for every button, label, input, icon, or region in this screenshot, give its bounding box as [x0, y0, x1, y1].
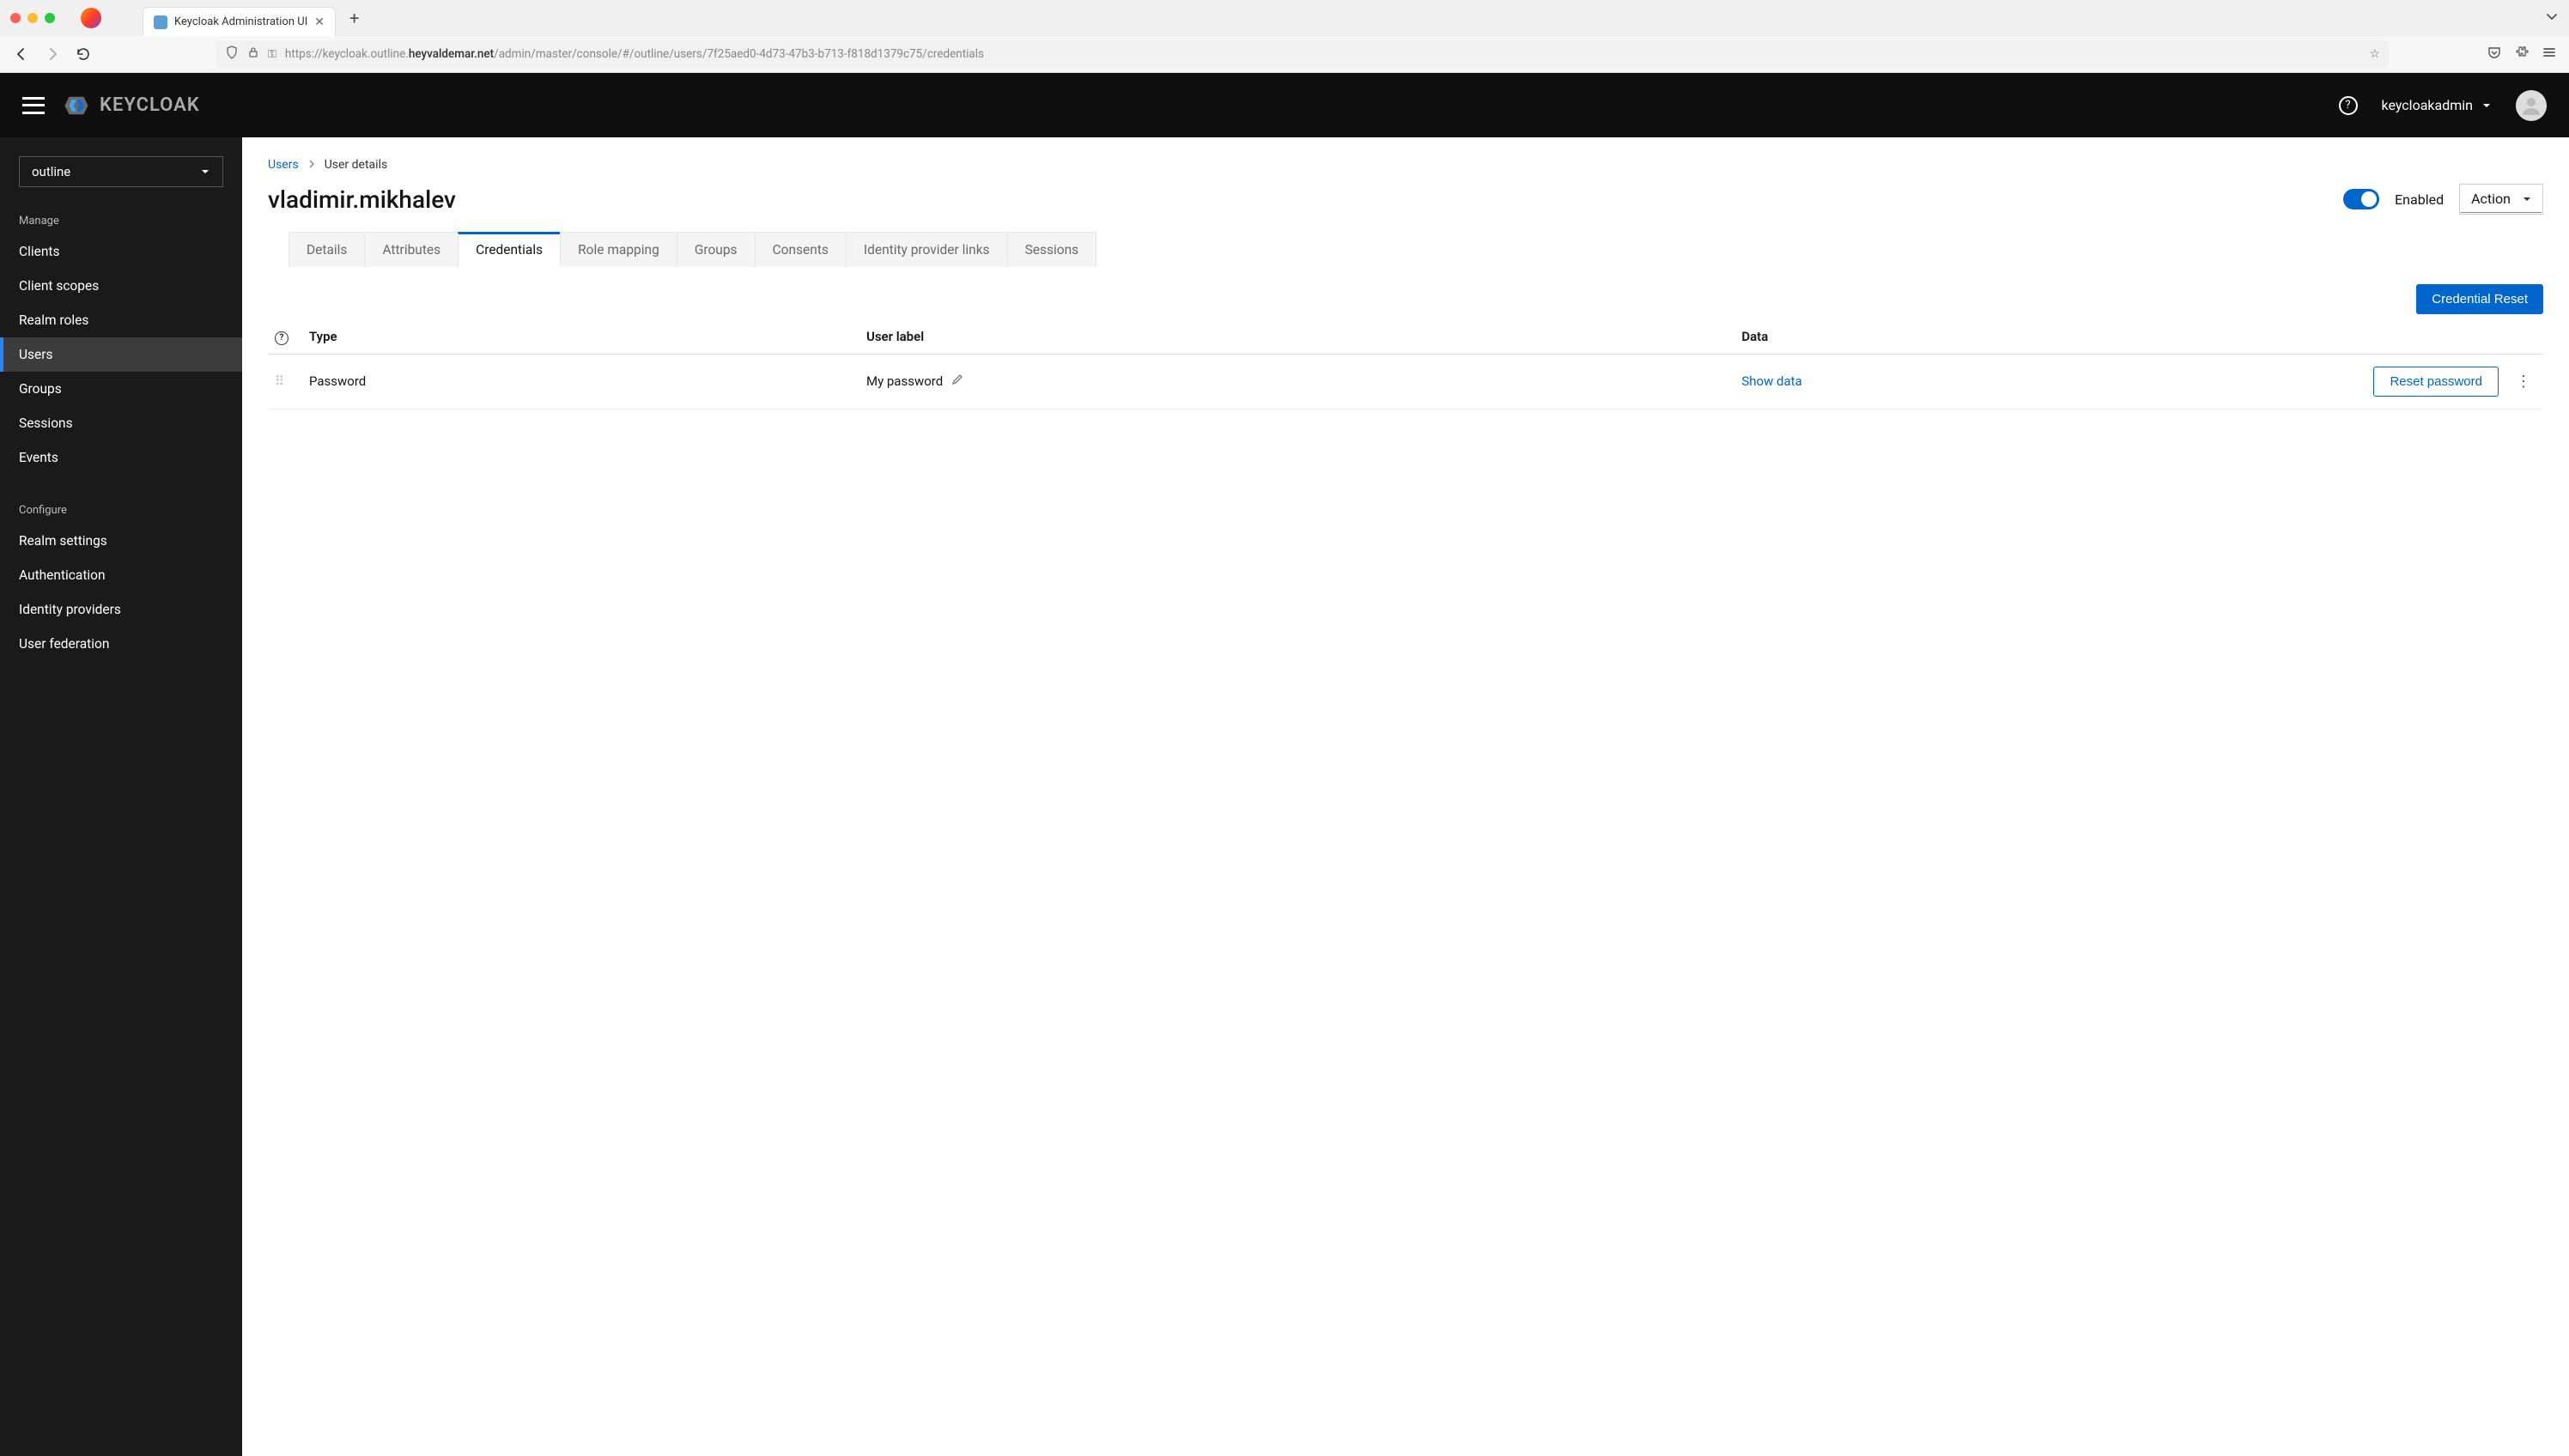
help-icon[interactable]: ?: [275, 331, 288, 345]
sidebar-item-client-scopes[interactable]: Client scopes: [0, 269, 242, 303]
tabs: DetailsAttributesCredentialsRole mapping…: [288, 232, 2543, 267]
action-label: Action: [2471, 191, 2511, 207]
new-tab-button[interactable]: +: [349, 8, 359, 28]
enabled-toggle[interactable]: [2343, 189, 2379, 209]
sidebar-item-realm-settings[interactable]: Realm settings: [0, 524, 242, 558]
sidebar-item-sessions[interactable]: Sessions: [0, 406, 242, 440]
caret-down-icon: [2481, 100, 2492, 111]
section-configure-label: Configure: [0, 492, 242, 524]
tab-role-mapping[interactable]: Role mapping: [560, 232, 677, 267]
main-content: Users User details vladimir.mikhalev Ena…: [242, 137, 2569, 1456]
section-manage-label: Manage: [0, 203, 242, 234]
breadcrumb: Users User details: [268, 158, 2543, 172]
help-icon[interactable]: ?: [2339, 96, 2358, 115]
caret-down-icon: [2523, 195, 2531, 203]
keycloak-mark-icon: [62, 91, 91, 120]
sidebar-item-users[interactable]: Users: [0, 337, 242, 372]
realm-selector[interactable]: outline: [19, 156, 223, 187]
url-text: https://keycloak.outline.heyvaldemar.net…: [285, 47, 984, 61]
address-row: ⚿ https://keycloak.outline.heyvaldemar.n…: [0, 36, 2569, 72]
drag-handle-icon[interactable]: ⠿: [268, 354, 302, 409]
realm-name: outline: [32, 164, 70, 179]
edit-label-icon[interactable]: [951, 373, 963, 389]
tab-sessions[interactable]: Sessions: [1007, 232, 1097, 267]
window-close-icon[interactable]: [10, 13, 21, 23]
pocket-icon[interactable]: [2487, 45, 2502, 64]
enabled-label: Enabled: [2395, 191, 2444, 208]
tab-consents[interactable]: Consents: [755, 232, 847, 267]
action-dropdown[interactable]: Action: [2461, 185, 2542, 213]
tab-strip: Keycloak Administration UI ✕ +: [0, 0, 2569, 36]
sidebar-item-clients[interactable]: Clients: [0, 234, 242, 269]
tab-close-icon[interactable]: ✕: [314, 15, 325, 29]
browser-tab[interactable]: Keycloak Administration UI ✕: [143, 7, 336, 36]
tab-title: Keycloak Administration UI: [174, 15, 307, 28]
row-kebab-icon[interactable]: ⋮: [2511, 373, 2536, 391]
url-suffix: /admin/master/console/#/outline/users/7f…: [494, 47, 984, 61]
sidebar-item-events[interactable]: Events: [0, 440, 242, 475]
chevron-right-icon: [307, 158, 316, 172]
sidebar-item-user-federation[interactable]: User federation: [0, 627, 242, 661]
forward-button[interactable]: [43, 45, 62, 64]
user-icon: [2520, 94, 2542, 117]
caret-down-icon: [200, 167, 210, 177]
browser-chrome: Keycloak Administration UI ✕ + ⚿ https:: [0, 0, 2569, 73]
user-menu[interactable]: keycloakadmin: [2382, 97, 2493, 113]
table-row: ⠿PasswordMy password Show data Reset passw…: [268, 354, 2543, 409]
extensions-icon[interactable]: [2514, 45, 2530, 64]
address-bar[interactable]: ⚿ https://keycloak.outline.heyvaldemar.n…: [216, 40, 2389, 68]
window-minimize-icon[interactable]: [27, 13, 38, 23]
th-user-label: User label: [859, 319, 1734, 354]
sidebar-item-identity-providers[interactable]: Identity providers: [0, 592, 242, 627]
credential-reset-button[interactable]: Credential Reset: [2416, 284, 2543, 314]
sidebar-item-groups[interactable]: Groups: [0, 372, 242, 406]
cell-user-label: My password: [859, 354, 1734, 409]
th-type: Type: [302, 319, 859, 354]
window-controls: [10, 13, 55, 23]
tab-credentials[interactable]: Credentials: [458, 232, 561, 267]
url-host: heyvaldemar.net: [409, 47, 494, 61]
firefox-icon: [81, 8, 101, 28]
tab-details[interactable]: Details: [288, 232, 365, 267]
tab-identity-provider-links[interactable]: Identity provider links: [846, 232, 1008, 267]
tab-attributes[interactable]: Attributes: [364, 232, 459, 267]
sidebar-item-realm-roles[interactable]: Realm roles: [0, 303, 242, 337]
sidebar-item-authentication[interactable]: Authentication: [0, 558, 242, 592]
back-button[interactable]: [12, 45, 31, 64]
username-label: keycloakadmin: [2382, 97, 2474, 113]
reload-button[interactable]: [74, 45, 93, 64]
key-icon: ⚿: [268, 48, 276, 61]
credentials-table: ? Type User label Data ⠿PasswordMy passw…: [268, 319, 2543, 410]
favicon-icon: [154, 15, 167, 29]
page-title: vladimir.mikhalev: [268, 185, 456, 214]
brand-logo[interactable]: KEYCLOAK: [62, 91, 200, 120]
app-header: KEYCLOAK ? keycloakadmin: [0, 73, 2569, 137]
window-maximize-icon[interactable]: [45, 13, 55, 23]
tabs-overflow-icon[interactable]: [2545, 9, 2559, 27]
shield-icon: [225, 46, 239, 63]
th-data: Data: [1734, 319, 2320, 354]
lock-icon: [247, 46, 259, 62]
cell-type: Password: [302, 354, 859, 409]
breadcrumb-users-link[interactable]: Users: [268, 158, 299, 172]
brand-text: KEYCLOAK: [100, 94, 200, 116]
bookmark-icon[interactable]: ☆: [2369, 47, 2380, 61]
url-prefix: https://keycloak.outline.: [285, 47, 409, 61]
sidebar: outline Manage ClientsClient scopesRealm…: [0, 137, 242, 1456]
app-menu-icon[interactable]: [2542, 45, 2557, 64]
avatar[interactable]: [2516, 90, 2547, 121]
tab-groups[interactable]: Groups: [677, 232, 756, 267]
show-data-link[interactable]: Show data: [1741, 373, 1801, 389]
reset-password-button[interactable]: Reset password: [2373, 367, 2499, 397]
toolbar-right: [2487, 45, 2557, 64]
breadcrumb-current: User details: [325, 158, 388, 172]
sidebar-toggle-button[interactable]: [22, 97, 45, 114]
